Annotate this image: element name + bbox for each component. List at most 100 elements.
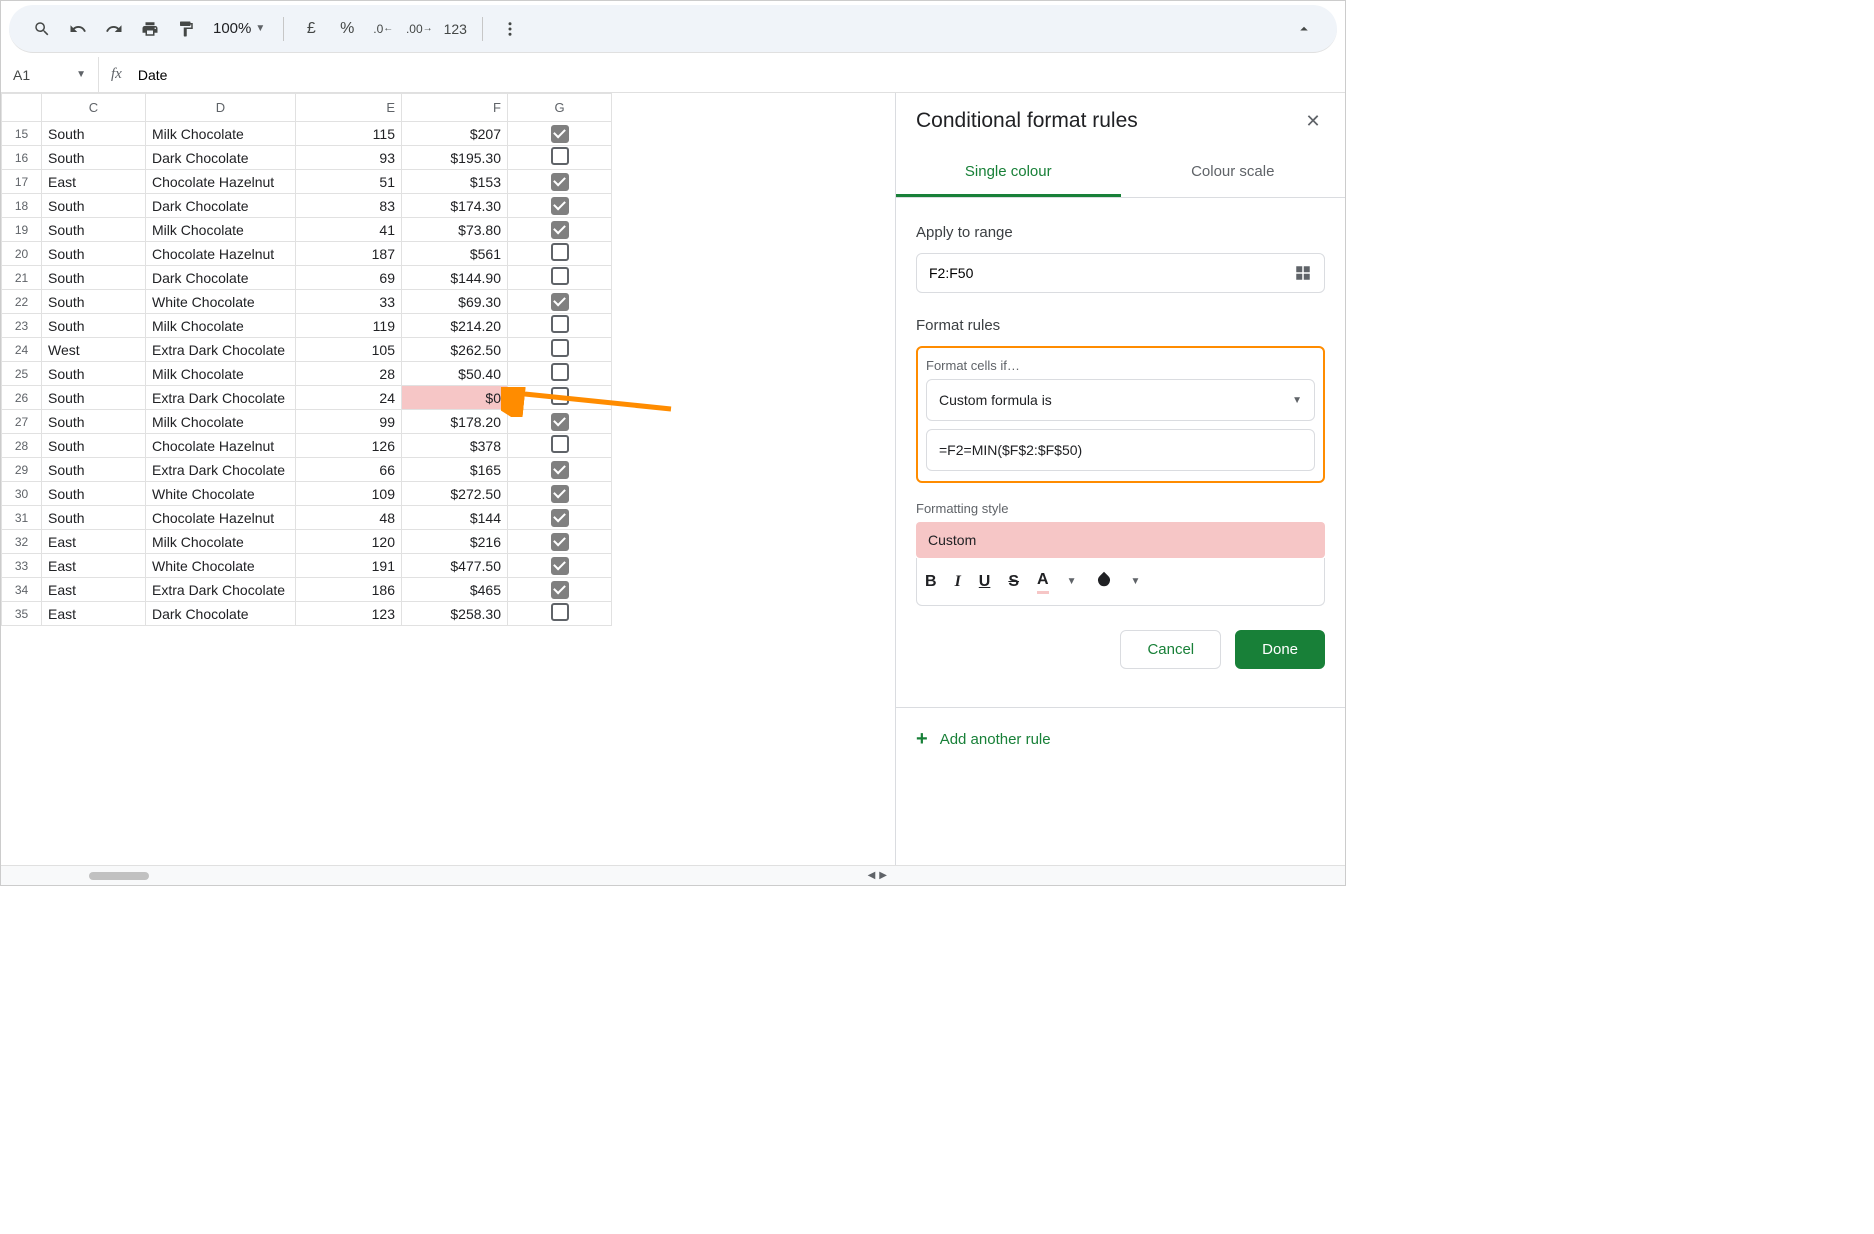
cell[interactable]: 123 (296, 602, 402, 626)
cell[interactable]: $378 (402, 434, 508, 458)
cell[interactable]: 187 (296, 242, 402, 266)
search-icon[interactable] (25, 12, 59, 46)
strikethrough-icon[interactable]: S (1008, 573, 1019, 591)
cell[interactable]: South (42, 242, 146, 266)
formula-input[interactable] (134, 67, 1345, 83)
cell[interactable]: Milk Chocolate (146, 122, 296, 146)
cell[interactable]: White Chocolate (146, 482, 296, 506)
cell-checkbox[interactable] (508, 434, 612, 458)
row-header[interactable]: 25 (2, 362, 42, 386)
table-row[interactable]: 21SouthDark Chocolate69$144.90 (2, 266, 612, 290)
cell[interactable]: 33 (296, 290, 402, 314)
checkbox-icon[interactable] (551, 461, 569, 479)
cell-checkbox[interactable] (508, 170, 612, 194)
cell[interactable]: $561 (402, 242, 508, 266)
spreadsheet-grid[interactable]: C D E F G 15SouthMilk Chocolate115$20716… (1, 93, 895, 865)
row-header[interactable]: 31 (2, 506, 42, 530)
cell-checkbox[interactable] (508, 362, 612, 386)
cell[interactable]: South (42, 314, 146, 338)
cell[interactable]: 115 (296, 122, 402, 146)
cell-checkbox[interactable] (508, 218, 612, 242)
cell[interactable]: Dark Chocolate (146, 194, 296, 218)
checkbox-icon[interactable] (551, 339, 569, 357)
cell[interactable]: South (42, 266, 146, 290)
table-row[interactable]: 23SouthMilk Chocolate119$214.20 (2, 314, 612, 338)
cell[interactable]: $69.30 (402, 290, 508, 314)
cell[interactable]: Dark Chocolate (146, 602, 296, 626)
cell[interactable]: East (42, 602, 146, 626)
undo-icon[interactable] (61, 12, 95, 46)
cell[interactable]: South (42, 458, 146, 482)
cell[interactable]: 69 (296, 266, 402, 290)
cell[interactable]: Dark Chocolate (146, 266, 296, 290)
row-header[interactable]: 30 (2, 482, 42, 506)
checkbox-icon[interactable] (551, 267, 569, 285)
custom-formula-input[interactable]: =F2=MIN($F$2:$F$50) (926, 429, 1315, 471)
cell-checkbox[interactable] (508, 386, 612, 410)
cell[interactable]: $258.30 (402, 602, 508, 626)
table-row[interactable]: 28SouthChocolate Hazelnut126$378 (2, 434, 612, 458)
table-row[interactable]: 26SouthExtra Dark Chocolate24$0 (2, 386, 612, 410)
bottom-scrollbar[interactable]: ◀ ▶ (1, 865, 1345, 885)
cell[interactable]: Extra Dark Chocolate (146, 458, 296, 482)
cell[interactable]: South (42, 146, 146, 170)
checkbox-icon[interactable] (551, 533, 569, 551)
table-row[interactable]: 35EastDark Chocolate123$258.30 (2, 602, 612, 626)
row-header[interactable]: 15 (2, 122, 42, 146)
table-row[interactable]: 18SouthDark Chocolate83$174.30 (2, 194, 612, 218)
row-header[interactable]: 27 (2, 410, 42, 434)
cell[interactable]: $174.30 (402, 194, 508, 218)
redo-icon[interactable] (97, 12, 131, 46)
cell[interactable]: $262.50 (402, 338, 508, 362)
row-header[interactable]: 33 (2, 554, 42, 578)
cell[interactable]: Extra Dark Chocolate (146, 578, 296, 602)
checkbox-icon[interactable] (551, 173, 569, 191)
zoom-dropdown[interactable]: 100% ▼ (205, 20, 273, 37)
row-header[interactable]: 18 (2, 194, 42, 218)
style-preview[interactable]: Custom (916, 522, 1325, 558)
cell[interactable]: $178.20 (402, 410, 508, 434)
tab-single-colour[interactable]: Single colour (896, 149, 1121, 197)
cell[interactable]: $144 (402, 506, 508, 530)
underline-icon[interactable]: U (979, 573, 991, 591)
cell[interactable]: East (42, 170, 146, 194)
row-header[interactable]: 21 (2, 266, 42, 290)
range-input[interactable] (916, 253, 1325, 293)
cancel-button[interactable]: Cancel (1120, 630, 1221, 669)
cell[interactable]: $195.30 (402, 146, 508, 170)
cell[interactable]: Extra Dark Chocolate (146, 338, 296, 362)
decrease-decimals-icon[interactable]: .0← (366, 12, 400, 46)
table-row[interactable]: 16SouthDark Chocolate93$195.30 (2, 146, 612, 170)
cell[interactable]: South (42, 410, 146, 434)
row-header[interactable]: 32 (2, 530, 42, 554)
add-another-rule[interactable]: + Add another rule (896, 707, 1345, 771)
grid-icon[interactable] (1294, 264, 1312, 282)
table-row[interactable]: 22SouthWhite Chocolate33$69.30 (2, 290, 612, 314)
italic-icon[interactable]: I (955, 573, 961, 591)
done-button[interactable]: Done (1235, 630, 1325, 669)
table-row[interactable]: 31SouthChocolate Hazelnut48$144 (2, 506, 612, 530)
close-icon[interactable]: ✕ (1301, 109, 1325, 133)
row-header[interactable]: 20 (2, 242, 42, 266)
table-row[interactable]: 30SouthWhite Chocolate109$272.50 (2, 482, 612, 506)
cell[interactable]: South (42, 434, 146, 458)
cell[interactable]: South (42, 122, 146, 146)
checkbox-icon[interactable] (551, 413, 569, 431)
cell[interactable]: 126 (296, 434, 402, 458)
column-header-F[interactable]: F (402, 94, 508, 122)
checkbox-icon[interactable] (551, 509, 569, 527)
paint-format-icon[interactable] (169, 12, 203, 46)
cell[interactable]: $153 (402, 170, 508, 194)
cell[interactable]: West (42, 338, 146, 362)
bold-icon[interactable]: B (925, 573, 937, 591)
cell[interactable]: 119 (296, 314, 402, 338)
row-header[interactable]: 24 (2, 338, 42, 362)
table-row[interactable]: 25SouthMilk Chocolate28$50.40 (2, 362, 612, 386)
cell-checkbox[interactable] (508, 578, 612, 602)
fill-color-icon[interactable] (1095, 570, 1113, 593)
checkbox-icon[interactable] (551, 387, 569, 405)
text-color-icon[interactable]: A (1037, 571, 1049, 592)
select-all-corner[interactable] (2, 94, 42, 122)
table-row[interactable]: 20SouthChocolate Hazelnut187$561 (2, 242, 612, 266)
checkbox-icon[interactable] (551, 581, 569, 599)
